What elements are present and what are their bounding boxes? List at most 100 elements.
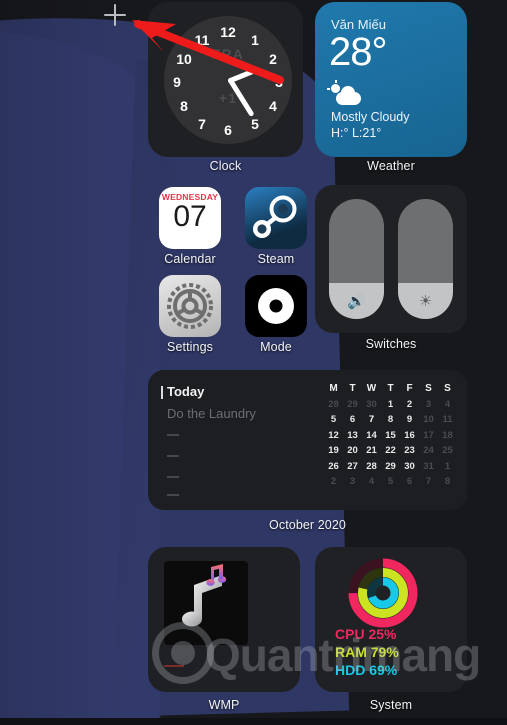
calendar-day-cell[interactable]: 13 xyxy=(343,428,362,444)
calendar-day-cell[interactable]: 11 xyxy=(438,412,457,428)
calendar-day-cell[interactable]: 25 xyxy=(438,443,457,459)
widget-label-month: October 2020 xyxy=(269,518,346,532)
calendar-day-cell[interactable]: 30 xyxy=(400,459,419,475)
calendar-day-cell[interactable]: 21 xyxy=(362,443,381,459)
calendar-day-cell[interactable]: 3 xyxy=(419,397,438,413)
clock-face: FRA +1 12 1 2 3 4 5 6 7 8 9 10 11 xyxy=(164,16,292,144)
wmp-app-badge xyxy=(200,561,230,596)
calendar-day-cell[interactable]: 26 xyxy=(324,459,343,475)
calendar-day-label: 28 xyxy=(328,398,339,410)
weather-condition: Mostly Cloudy xyxy=(331,110,410,124)
weekday-header: S xyxy=(444,383,451,394)
calendar-day-cell[interactable]: 29 xyxy=(381,459,400,475)
calendar-day-label: 29 xyxy=(347,398,358,410)
calendar-day-cell[interactable]: 5 xyxy=(381,474,400,490)
calendar-day-cell[interactable]: 2 xyxy=(400,397,419,413)
calendar-day-cell[interactable]: 15 xyxy=(381,428,400,444)
clock-number-8: 8 xyxy=(180,98,188,114)
calendar-day-cell[interactable]: 6 xyxy=(400,474,419,490)
calendar-day-cell[interactable]: 18 xyxy=(438,428,457,444)
calendar-day-label: 26 xyxy=(328,460,339,472)
calendar-day-cell[interactable]: 20 xyxy=(343,443,362,459)
today-item-4 xyxy=(167,476,179,478)
calendar-day-cell[interactable]: 8 xyxy=(438,474,457,490)
calendar-day-cell[interactable]: 16 xyxy=(400,428,419,444)
calendar-day-label: 17 xyxy=(423,429,434,441)
weekday-header: M xyxy=(329,383,338,394)
calendar-day-label: 4 xyxy=(368,476,375,487)
calendar-day-cell[interactable]: 1 xyxy=(381,397,400,413)
app-icon-steam[interactable] xyxy=(245,187,307,249)
widget-switches[interactable]: 🔊 ☀ xyxy=(315,185,467,333)
calendar-day-cell[interactable]: 28 xyxy=(324,397,343,413)
calendar-day-cell[interactable]: 12 xyxy=(324,428,343,444)
calendar-day-cell[interactable]: 4 xyxy=(438,397,457,413)
calendar-day-cell[interactable]: 5 xyxy=(324,412,343,428)
clock-number-2: 2 xyxy=(269,51,277,67)
music-app-icon xyxy=(206,564,227,586)
widget-label-clock: Clock xyxy=(209,159,242,173)
calendar-day-label: 8 xyxy=(387,414,394,425)
calendar-day-cell[interactable]: 6 xyxy=(343,412,362,428)
add-widget-button[interactable]: + xyxy=(104,4,126,26)
widget-weather[interactable]: Văn Miếu 28° Mostly Cloudy H:° L:21° xyxy=(315,2,467,157)
calendar-day-cell[interactable]: 19 xyxy=(324,443,343,459)
calendar-day-cell[interactable]: 4 xyxy=(362,474,381,490)
calendar-day-cell[interactable]: 2 xyxy=(324,474,343,490)
calendar-day-label: 27 xyxy=(347,460,358,472)
system-cpu-value: CPU 25% xyxy=(335,626,397,642)
weekday-header: T xyxy=(387,383,394,394)
calendar-day-cell[interactable]: 14 xyxy=(362,428,381,444)
calendar-day-label: 24 xyxy=(423,445,434,456)
calendar-day-label: 3 xyxy=(425,398,432,410)
calendar-day-cell[interactable]: 28 xyxy=(362,459,381,475)
calendar-day-cell[interactable]: 27 xyxy=(343,459,362,475)
widget-label-switches: Switches xyxy=(365,337,417,351)
calendar-day-cell[interactable]: 9 xyxy=(400,412,419,428)
calendar-day-label: 1 xyxy=(444,460,451,472)
calendar-day-cell[interactable]: 3 xyxy=(343,474,362,490)
widget-today-calendar[interactable]: Today Do the Laundry M T W T F S S 28 29 3… xyxy=(148,370,467,510)
mini-calendar[interactable]: M T W T F S S 28 29 30 1 2 3 4 5 6 7 8 9 10 11 12 13 14 1… xyxy=(324,381,457,501)
calendar-day-today[interactable]: 7 xyxy=(362,412,381,428)
calendar-day-label: 6 xyxy=(406,476,413,487)
widget-system[interactable]: CPU 25% RAM 79% HDD 69% xyxy=(315,547,467,692)
calendar-day-cell[interactable]: 1 xyxy=(438,459,457,475)
calendar-day-label: 5 xyxy=(330,414,337,425)
calendar-day-label: 9 xyxy=(406,414,413,425)
calendar-day-cell[interactable]: 30 xyxy=(362,397,381,413)
calendar-day-cell[interactable]: 29 xyxy=(343,397,362,413)
calendar-day-label: 15 xyxy=(385,429,396,441)
switch-brightness[interactable]: ☀ xyxy=(398,199,453,319)
calendar-day-label: 21 xyxy=(366,445,377,456)
today-item-1: Do the Laundry xyxy=(167,406,256,421)
clock-number-6: 6 xyxy=(224,122,232,138)
widget-label-steam: Steam xyxy=(257,252,295,266)
mini-calendar-week-row: 5 6 7 8 9 10 11 xyxy=(324,412,457,428)
calendar-day-cell[interactable]: 10 xyxy=(419,412,438,428)
app-icon-settings[interactable] xyxy=(159,275,221,337)
calendar-day-cell[interactable]: 22 xyxy=(381,443,400,459)
calendar-day-cell[interactable]: 24 xyxy=(419,443,438,459)
switch-volume[interactable]: 🔊 xyxy=(329,199,384,319)
calendar-day-cell[interactable]: 31 xyxy=(419,459,438,475)
calendar-day-cell[interactable]: 8 xyxy=(381,412,400,428)
mini-calendar-header-row: M T W T F S S xyxy=(324,381,457,397)
calendar-day-label: 2 xyxy=(330,476,337,487)
calendar-day-label: 28 xyxy=(366,460,377,472)
calendar-day-label: 8 xyxy=(444,476,451,487)
clock-number-9: 9 xyxy=(173,74,181,90)
calendar-day-label: 19 xyxy=(328,445,339,456)
today-item-5 xyxy=(167,494,179,496)
weather-temperature: 28° xyxy=(329,30,387,74)
calendar-day-cell[interactable]: 17 xyxy=(419,428,438,444)
calendar-day-cell[interactable]: 23 xyxy=(400,443,419,459)
calendar-day-label: 20 xyxy=(347,445,358,456)
widget-clock[interactable]: FRA +1 12 1 2 3 4 5 6 7 8 9 10 11 xyxy=(148,2,303,157)
app-icon-mode[interactable] xyxy=(245,275,307,337)
app-icon-calendar[interactable]: WEDNESDAY 07 xyxy=(159,187,221,249)
calendar-day-label: 4 xyxy=(444,398,451,410)
weekday-header: W xyxy=(366,383,377,394)
mini-calendar-body: 28 29 30 1 2 3 4 5 6 7 8 9 10 11 12 13 14 15 16 17 18 19 20 21 2… xyxy=(324,397,457,490)
calendar-day-cell[interactable]: 7 xyxy=(419,474,438,490)
